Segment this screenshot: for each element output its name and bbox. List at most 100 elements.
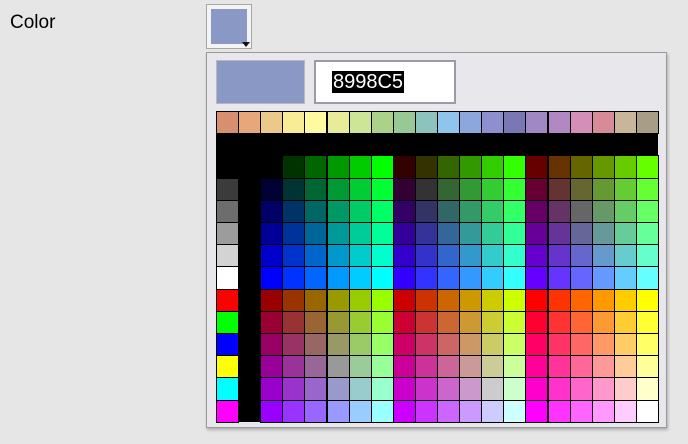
palette-swatch[interactable] xyxy=(348,266,372,290)
palette-swatch[interactable] xyxy=(326,399,350,423)
palette-swatch[interactable] xyxy=(392,155,416,179)
palette-swatch[interactable] xyxy=(613,266,637,290)
palette-swatch[interactable] xyxy=(260,111,284,135)
palette-swatch[interactable] xyxy=(569,111,593,135)
palette-swatch[interactable] xyxy=(459,177,483,201)
palette-swatch[interactable] xyxy=(216,310,240,334)
palette-swatch[interactable] xyxy=(591,177,615,201)
palette-swatch[interactable] xyxy=(591,244,615,268)
palette-swatch[interactable] xyxy=(326,266,350,290)
palette-swatch[interactable] xyxy=(326,377,350,401)
palette-swatch[interactable] xyxy=(348,355,372,379)
palette-swatch[interactable] xyxy=(370,333,394,357)
palette-swatch[interactable] xyxy=(348,288,372,312)
palette-swatch[interactable] xyxy=(326,333,350,357)
palette-swatch[interactable] xyxy=(370,266,394,290)
palette-swatch[interactable] xyxy=(370,399,394,423)
palette-swatch[interactable] xyxy=(348,244,372,268)
palette-swatch[interactable] xyxy=(437,244,461,268)
palette-swatch[interactable] xyxy=(414,111,438,135)
palette-swatch[interactable] xyxy=(525,333,549,357)
palette-swatch[interactable] xyxy=(414,266,438,290)
palette-swatch[interactable] xyxy=(569,310,593,334)
palette-swatch[interactable] xyxy=(326,177,350,201)
palette-swatch[interactable] xyxy=(525,244,549,268)
palette-swatch[interactable] xyxy=(547,266,571,290)
palette-swatch[interactable] xyxy=(547,199,571,223)
palette-swatch[interactable] xyxy=(635,355,659,379)
palette-swatch[interactable] xyxy=(481,377,505,401)
palette-swatch[interactable] xyxy=(525,155,549,179)
palette-swatch[interactable] xyxy=(216,266,240,290)
palette-swatch[interactable] xyxy=(282,333,306,357)
palette-swatch[interactable] xyxy=(282,177,306,201)
palette-swatch[interactable] xyxy=(282,244,306,268)
palette-swatch[interactable] xyxy=(216,377,240,401)
palette-swatch[interactable] xyxy=(459,266,483,290)
palette-swatch[interactable] xyxy=(304,333,328,357)
palette-swatch[interactable] xyxy=(392,310,416,334)
palette-swatch[interactable] xyxy=(260,177,284,201)
palette-swatch[interactable] xyxy=(216,222,240,246)
palette-swatch[interactable] xyxy=(569,355,593,379)
palette-swatch[interactable] xyxy=(569,288,593,312)
palette-swatch[interactable] xyxy=(260,266,284,290)
palette-swatch[interactable] xyxy=(260,244,284,268)
palette-swatch[interactable] xyxy=(613,155,637,179)
palette-swatch[interactable] xyxy=(635,333,659,357)
palette-swatch[interactable] xyxy=(591,310,615,334)
palette-swatch[interactable] xyxy=(392,111,416,135)
palette-swatch[interactable] xyxy=(525,355,549,379)
palette-swatch[interactable] xyxy=(635,111,659,135)
palette-swatch[interactable] xyxy=(216,333,240,357)
palette-swatch[interactable] xyxy=(260,355,284,379)
palette-swatch[interactable] xyxy=(525,222,549,246)
palette-swatch[interactable] xyxy=(370,177,394,201)
palette-swatch[interactable] xyxy=(591,266,615,290)
palette-swatch[interactable] xyxy=(392,399,416,423)
palette-swatch[interactable] xyxy=(569,377,593,401)
palette-swatch[interactable] xyxy=(635,199,659,223)
palette-swatch[interactable] xyxy=(304,355,328,379)
palette-swatch[interactable] xyxy=(569,222,593,246)
palette-swatch[interactable] xyxy=(304,377,328,401)
palette-swatch[interactable] xyxy=(392,199,416,223)
palette-swatch[interactable] xyxy=(238,111,262,135)
palette-swatch[interactable] xyxy=(459,333,483,357)
palette-swatch[interactable] xyxy=(635,155,659,179)
palette-swatch[interactable] xyxy=(260,310,284,334)
palette-swatch[interactable] xyxy=(437,399,461,423)
palette-swatch[interactable] xyxy=(326,155,350,179)
palette-swatch[interactable] xyxy=(414,355,438,379)
palette-swatch[interactable] xyxy=(547,222,571,246)
palette-swatch[interactable] xyxy=(282,111,306,135)
palette-swatch[interactable] xyxy=(370,355,394,379)
palette-swatch[interactable] xyxy=(525,399,549,423)
palette-swatch[interactable] xyxy=(481,155,505,179)
palette-swatch[interactable] xyxy=(503,399,527,423)
palette-swatch[interactable] xyxy=(260,288,284,312)
palette-swatch[interactable] xyxy=(635,244,659,268)
hex-color-input[interactable]: 8998C5 xyxy=(314,60,456,104)
palette-swatch[interactable] xyxy=(414,288,438,312)
palette-swatch[interactable] xyxy=(503,377,527,401)
palette-swatch[interactable] xyxy=(459,355,483,379)
palette-swatch[interactable] xyxy=(282,155,306,179)
palette-swatch[interactable] xyxy=(591,399,615,423)
palette-swatch[interactable] xyxy=(216,199,240,223)
palette-swatch[interactable] xyxy=(414,177,438,201)
palette-swatch[interactable] xyxy=(613,377,637,401)
palette-swatch[interactable] xyxy=(282,310,306,334)
palette-swatch[interactable] xyxy=(326,288,350,312)
palette-swatch[interactable] xyxy=(370,377,394,401)
palette-swatch[interactable] xyxy=(503,177,527,201)
palette-swatch[interactable] xyxy=(437,310,461,334)
palette-swatch[interactable] xyxy=(304,266,328,290)
palette-swatch[interactable] xyxy=(547,399,571,423)
palette-swatch[interactable] xyxy=(348,377,372,401)
palette-swatch[interactable] xyxy=(503,199,527,223)
palette-swatch[interactable] xyxy=(260,222,284,246)
palette-swatch[interactable] xyxy=(547,377,571,401)
palette-swatch[interactable] xyxy=(348,155,372,179)
palette-swatch[interactable] xyxy=(459,155,483,179)
